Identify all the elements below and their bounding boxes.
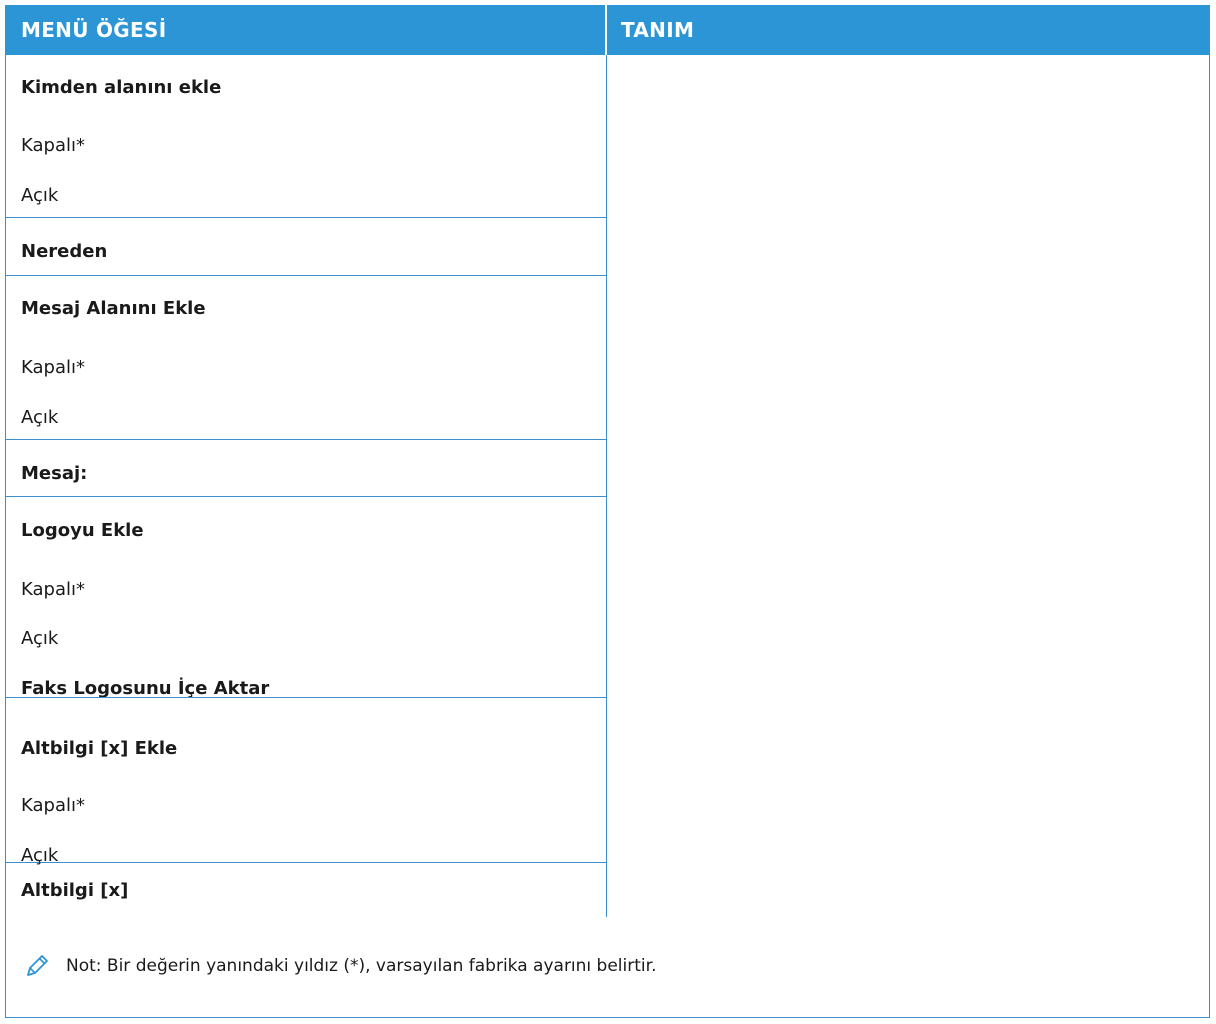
table-body: Kimden alanını ekle Kapalı* Açık Nereden… <box>5 55 1210 1018</box>
menu-item-title: Logoyu Ekle <box>21 520 144 541</box>
menu-item-title: Altbilgi [x] Ekle <box>21 738 178 759</box>
menu-group-import-logo-divider <box>6 676 606 698</box>
header-description: TANIM <box>621 18 695 42</box>
menu-option: Kapalı* <box>21 795 85 816</box>
menu-option: Açık <box>21 628 59 649</box>
menu-group-logo: Logoyu Ekle Kapalı* Açık Faks Logosunu İ… <box>6 497 606 699</box>
menu-item-title: Nereden <box>21 241 108 262</box>
header-menu-item: MENÜ ÖĞESİ <box>21 18 167 42</box>
note-row: Not: Bir değerin yanındaki yıldız (*), v… <box>6 917 1209 1018</box>
pencil-icon <box>24 953 50 979</box>
menu-group-message-field: Mesaj Alanını Ekle Kapalı* Açık <box>6 276 606 440</box>
menu-option: Kapalı* <box>21 579 85 600</box>
header-divider <box>605 5 607 55</box>
menu-item-title: Mesaj: <box>21 463 88 484</box>
menu-table: MENÜ ÖĞESİ TANIM Kimden alanını ekle Kap… <box>5 5 1210 1018</box>
menu-item-title: Kimden alanını ekle <box>21 77 222 98</box>
menu-group-footer: Altbilgi [x] <box>6 863 606 917</box>
menu-group-message: Mesaj: <box>6 440 606 497</box>
menu-item-title: Altbilgi [x] <box>21 880 129 901</box>
menu-option: Kapalı* <box>21 135 85 156</box>
menu-option: Kapalı* <box>21 357 85 378</box>
note-text: Not: Bir değerin yanındaki yıldız (*), v… <box>66 956 657 976</box>
menu-group-from-field: Kimden alanını ekle Kapalı* Açık <box>6 55 606 218</box>
menu-group-footer-add: Altbilgi [x] Ekle Kapalı* Açık <box>6 698 606 866</box>
menu-item-title: Mesaj Alanını Ekle <box>21 298 206 319</box>
menu-group-from: Nereden <box>6 218 606 276</box>
menu-item-column: Kimden alanını ekle Kapalı* Açık Nereden… <box>6 55 607 917</box>
menu-option: Açık <box>21 407 59 428</box>
menu-option: Açık <box>21 185 59 206</box>
table-header: MENÜ ÖĞESİ TANIM <box>5 5 1210 55</box>
